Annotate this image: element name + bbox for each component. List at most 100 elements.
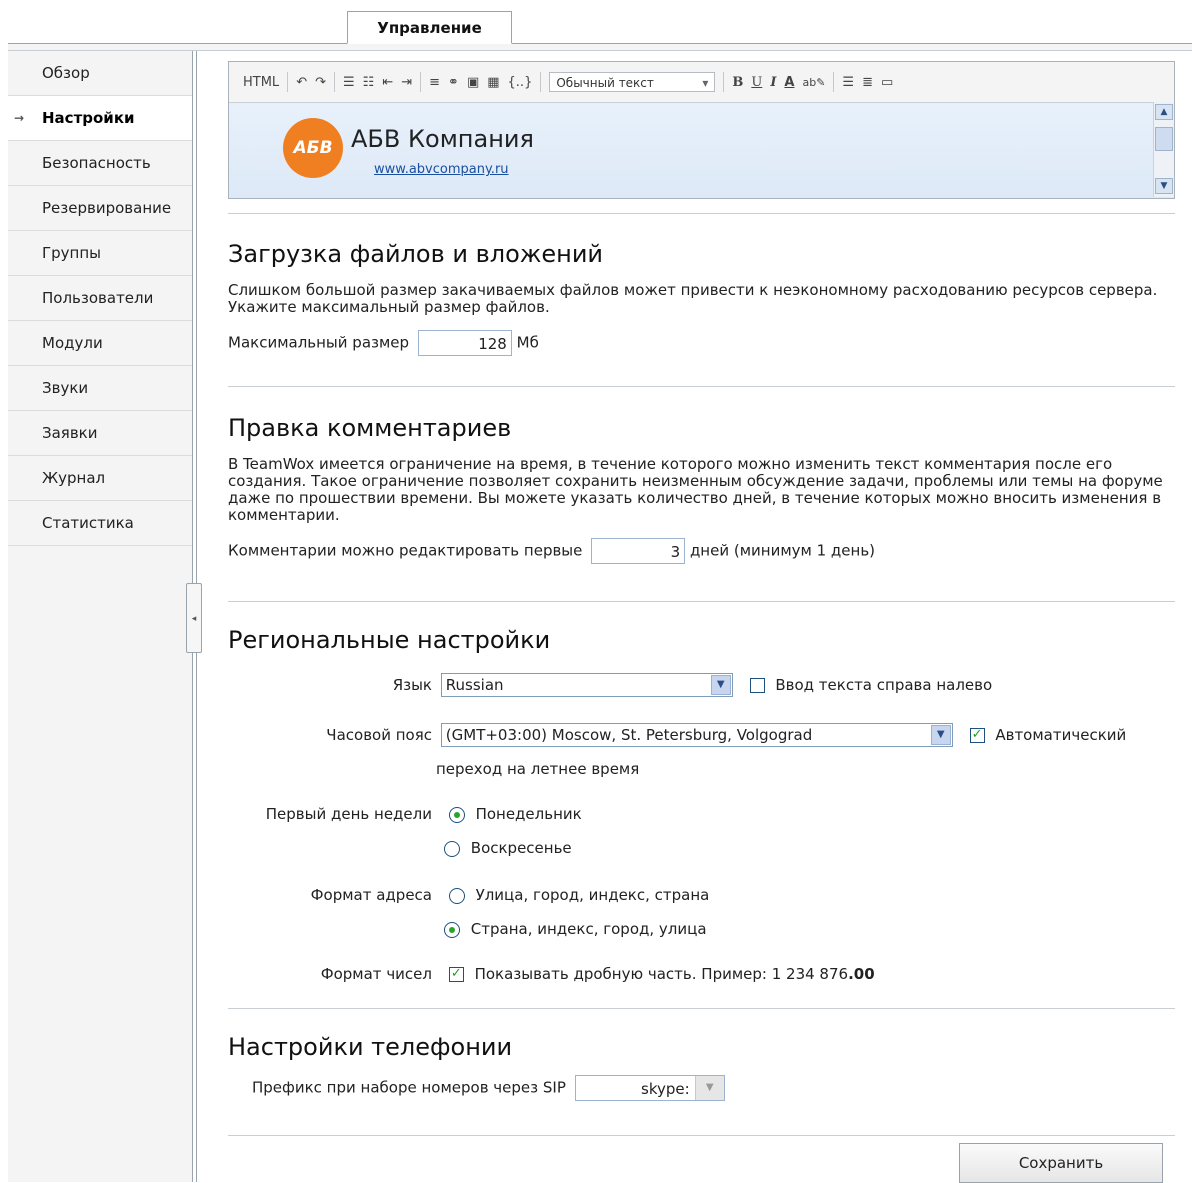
link-icon[interactable]: ⚭ (448, 75, 459, 90)
number-format-fraction: .00 (848, 965, 875, 983)
table-icon[interactable]: ▦ (487, 75, 499, 90)
sidebar-item-statistics[interactable]: Статистика (8, 501, 192, 546)
collapse-sidebar-handle[interactable]: ◂ (186, 583, 202, 653)
max-size-row: Максимальный размер 128 Мб (228, 330, 1175, 356)
chevron-down-icon[interactable]: ▼ (930, 725, 951, 745)
italic-icon[interactable]: I (770, 75, 776, 90)
signature-editor[interactable]: HTML ↶ ↷ ☰ ☷ ⇤ ⇥ ≡ ⚭ ▣ ▦ {..} Обычный те… (228, 61, 1175, 199)
main-content: HTML ↶ ↷ ☰ ☷ ⇤ ⇥ ≡ ⚭ ▣ ▦ {..} Обычный те… (228, 61, 1175, 199)
max-size-unit: Мб (516, 333, 539, 352)
editor-toolbar: HTML ↶ ↷ ☰ ☷ ⇤ ⇥ ≡ ⚭ ▣ ▦ {..} Обычный те… (229, 62, 1174, 103)
language-row: Язык Russian ▼ Ввод текста справа налево (228, 673, 992, 697)
company-logo: АБВ (283, 118, 343, 178)
first-day-monday-radio[interactable] (448, 806, 465, 823)
sidebar-item-overview[interactable]: Обзор (8, 51, 192, 96)
language-value: Russian (445, 676, 504, 694)
sip-prefix-value: skype: (641, 1080, 690, 1098)
numbered-list-icon[interactable]: ☷ (363, 75, 375, 90)
align-center-icon[interactable]: ≣ (862, 75, 873, 90)
sidebar-item-journal[interactable]: Журнал (8, 456, 192, 501)
sidebar-item-groups[interactable]: Группы (8, 231, 192, 276)
horizontal-rule-icon[interactable]: ≡ (429, 75, 440, 90)
sidebar-item-sounds[interactable]: Звуки (8, 366, 192, 411)
save-button[interactable]: Сохранить (959, 1143, 1163, 1183)
timezone-select[interactable]: (GMT+03:00) Moscow, St. Petersburg, Volg… (440, 723, 953, 747)
sidebar-item-modules[interactable]: Модули (8, 321, 192, 366)
sidebar-item-label: Обзор (42, 64, 90, 82)
undo-icon[interactable]: ↶ (296, 75, 307, 90)
sidebar-item-label: Модули (42, 334, 103, 352)
bold-icon[interactable]: B (732, 75, 743, 90)
first-day-sunday-radio[interactable] (444, 840, 460, 857)
editor-content[interactable]: АБВ АБВ Компания www.abvcompany.ru (229, 103, 1174, 198)
scroll-down-icon[interactable]: ▼ (1155, 178, 1173, 194)
comments-section: Правка комментариев В TeamWox имеется ог… (228, 414, 1175, 564)
comment-edit-days-input[interactable]: 3 (591, 538, 686, 564)
align-left-icon[interactable]: ☰ (842, 75, 854, 90)
insert-template-icon[interactable]: {..} (508, 75, 533, 90)
text-style-select[interactable]: Обычный текст (549, 72, 716, 93)
scroll-up-icon[interactable]: ▲ (1155, 104, 1173, 120)
sip-prefix-input[interactable]: skype: ▼ (574, 1075, 725, 1101)
chevron-down-icon[interactable]: ▼ (694, 1076, 724, 1100)
sidebar: Обзор → Настройки Безопасность Резервиров… (8, 51, 193, 1182)
sidebar-item-label: Резервирование (42, 199, 172, 217)
max-size-label: Максимальный размер (228, 333, 410, 352)
editor-scrollbar[interactable]: ▲ ▼ (1153, 102, 1174, 197)
tab-strip-underline (8, 44, 1192, 51)
toolbar-separator (540, 72, 542, 92)
scroll-thumb[interactable] (1155, 127, 1173, 151)
sip-prefix-row: Префикс при наборе номеров через SIP sky… (252, 1075, 725, 1101)
regional-title: Региональные настройки (228, 626, 551, 654)
timezone-value: (GMT+03:00) Moscow, St. Petersburg, Volg… (445, 726, 813, 744)
first-day-sunday-label: Воскресенье (470, 839, 572, 857)
html-mode-button[interactable]: HTML (243, 75, 279, 90)
address-country-first-radio[interactable] (444, 921, 460, 938)
first-day-row: Первый день недели Понедельник (228, 805, 582, 823)
text-color-icon[interactable]: A (784, 75, 794, 90)
image-icon[interactable]: ▣ (467, 75, 479, 90)
redo-icon[interactable]: ↷ (315, 75, 326, 90)
address-street-first-label: Улица, город, индекс, страна (475, 886, 710, 904)
outdent-icon[interactable]: ⇤ (382, 75, 393, 90)
comment-edit-label: Комментарии можно редактировать первые (228, 541, 583, 560)
dst-checkbox[interactable]: ✓ (969, 727, 985, 743)
toolbar-separator (334, 72, 335, 92)
dst-label-continued: переход на летнее время (436, 760, 640, 778)
company-url-link[interactable]: www.abvcompany.ru (374, 162, 509, 177)
sidebar-item-settings[interactable]: → Настройки (8, 96, 192, 141)
indent-icon[interactable]: ⇥ (401, 75, 412, 90)
timezone-row: Часовой пояс (GMT+03:00) Moscow, St. Pet… (228, 723, 1126, 747)
bulleted-list-icon[interactable]: ☰ (343, 75, 355, 90)
toolbar-separator (287, 72, 289, 92)
language-select[interactable]: Russian ▼ (440, 673, 733, 697)
number-format-row: Формат чисел ✓ Показывать дробную часть.… (228, 965, 875, 983)
highlight-icon[interactable]: ab✎ (802, 76, 825, 89)
rtl-checkbox[interactable] (749, 677, 765, 693)
address-country-first-label: Страна, индекс, город, улица (470, 920, 707, 938)
address-street-first-radio[interactable] (448, 887, 465, 904)
number-format-label: Формат чисел (320, 965, 432, 983)
sidebar-item-backup[interactable]: Резервирование (8, 186, 192, 231)
address-format-label: Формат адреса (310, 886, 432, 904)
telephony-title-row: Настройки телефонии (228, 1033, 512, 1061)
sidebar-item-label: Журнал (42, 469, 106, 487)
chevron-down-icon[interactable]: ▼ (710, 675, 731, 695)
section-divider (228, 386, 1175, 387)
sip-prefix-label: Префикс при наборе номеров через SIP (252, 1078, 566, 1097)
dst-label: Автоматический (995, 725, 1127, 744)
first-day-monday-label: Понедельник (475, 805, 582, 823)
rtl-label: Ввод текста справа налево (775, 675, 993, 694)
max-size-input[interactable]: 128 (417, 330, 512, 356)
number-fraction-checkbox[interactable]: ✓ (448, 967, 464, 982)
sidebar-item-security[interactable]: Безопасность (8, 141, 192, 186)
save-dropdown-icon[interactable]: ▭ (881, 75, 893, 90)
tab-management[interactable]: Управление (347, 11, 512, 44)
underline-icon[interactable]: U (751, 75, 762, 90)
sidebar-item-requests[interactable]: Заявки (8, 411, 192, 456)
address-country-first-row: Страна, индекс, город, улица (444, 920, 707, 938)
sidebar-item-users[interactable]: Пользователи (8, 276, 192, 321)
sidebar-item-label: Заявки (42, 424, 98, 442)
uploads-description: Слишком большой размер закачиваемых файл… (228, 281, 1158, 316)
number-format-text: Показывать дробную часть. Пример: 1 234 … (474, 965, 849, 983)
